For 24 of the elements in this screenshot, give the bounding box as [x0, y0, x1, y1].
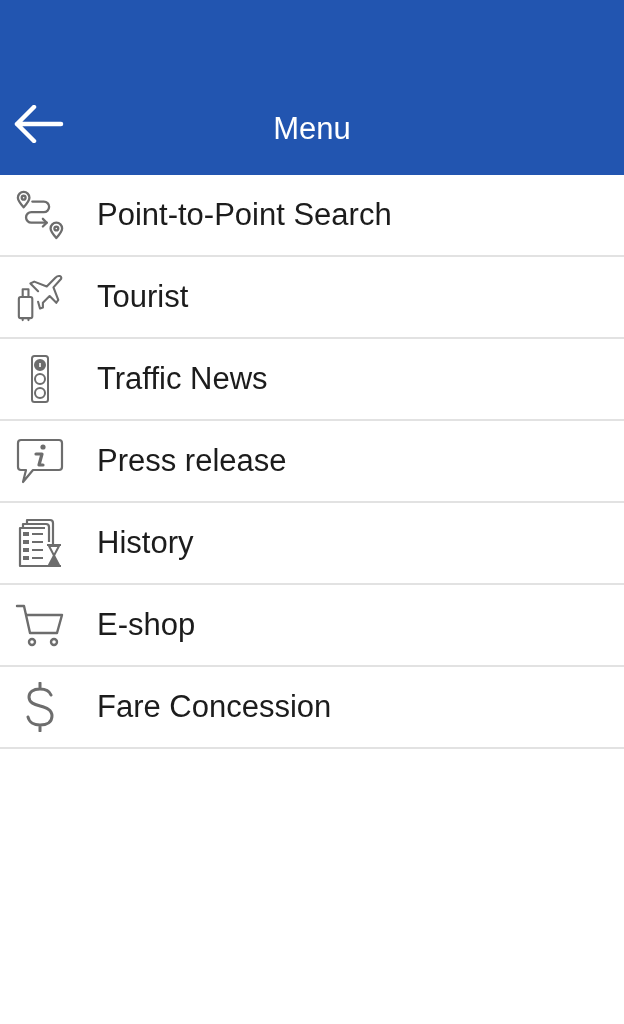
back-button[interactable] [14, 105, 64, 143]
menu-item[interactable]: Traffic News [0, 339, 624, 421]
menu-item[interactable]: Point-to-Point Search [0, 175, 624, 257]
menu-item[interactable]: History [0, 503, 624, 585]
menu-item-label: Fare Concession [97, 689, 332, 725]
info-bubble-icon [15, 437, 65, 485]
traffic-light-icon [30, 354, 50, 404]
menu-item[interactable]: Press release [0, 421, 624, 503]
route-pins-icon [15, 190, 65, 240]
dollar-icon [24, 682, 56, 732]
menu-item[interactable]: Tourist [0, 257, 624, 339]
luggage-plane-icon [15, 272, 65, 322]
menu-item[interactable]: E-shop [0, 585, 624, 667]
menu-item-label: History [97, 525, 194, 561]
cart-icon [15, 603, 65, 647]
menu-item[interactable]: Fare Concession [0, 667, 624, 749]
menu-item-label: Traffic News [97, 361, 268, 397]
list-hourglass-icon [17, 518, 63, 568]
menu-item-label: E-shop [97, 607, 196, 643]
menu-item-label: Tourist [97, 279, 189, 315]
header-title: Menu [273, 112, 351, 148]
menu-item-label: Point-to-Point Search [97, 197, 392, 233]
back-arrow-icon [14, 105, 64, 143]
menu-item-label: Press release [97, 443, 287, 479]
